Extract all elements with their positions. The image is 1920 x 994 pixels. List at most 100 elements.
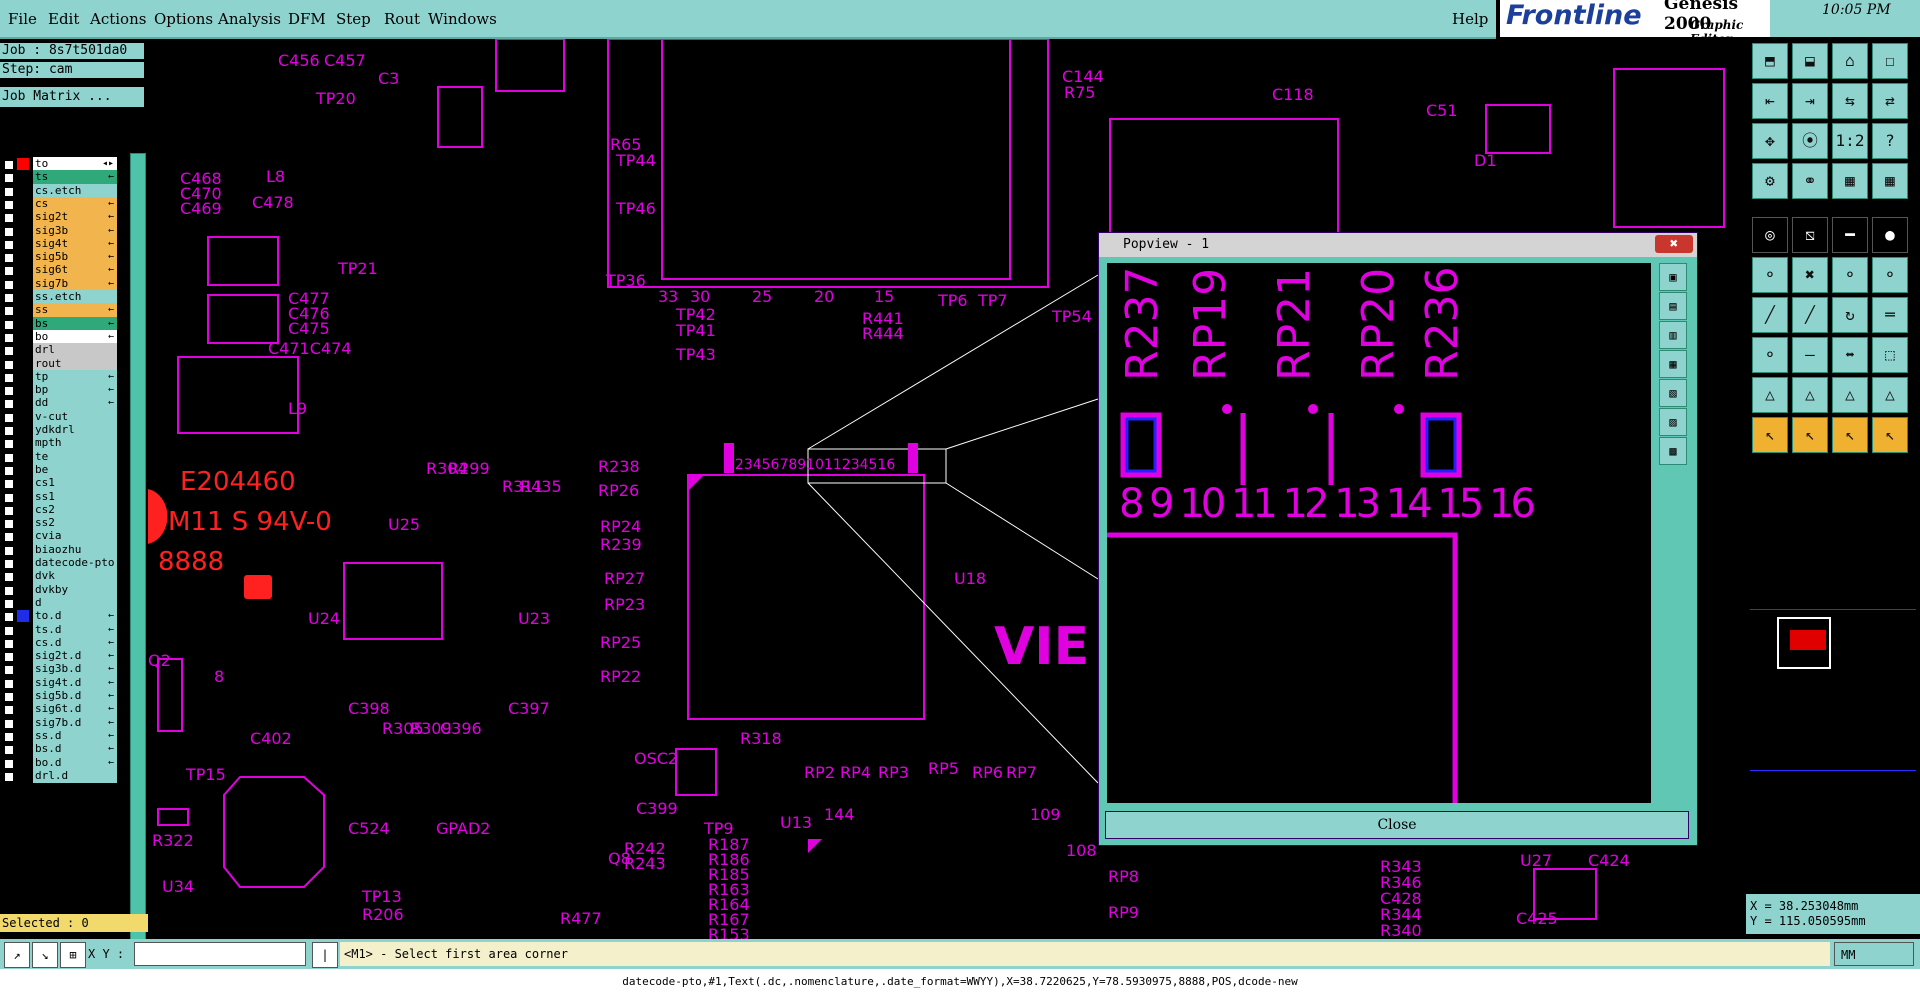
layer-name[interactable]: bo.d — [33, 755, 117, 770]
layer-color-swatch[interactable] — [17, 198, 29, 210]
layer-color-swatch[interactable] — [17, 757, 29, 769]
layer-name[interactable]: bp — [33, 383, 117, 398]
layer-affected-icon[interactable]: ← — [108, 716, 114, 730]
tool-icon[interactable]: ☐ — [1872, 43, 1908, 79]
layer-affected-icon[interactable]: ← — [108, 729, 114, 743]
tool-icon[interactable]: ↖ — [1752, 417, 1788, 453]
layer-color-swatch[interactable] — [17, 411, 29, 423]
layer-color-swatch[interactable] — [17, 703, 29, 715]
layer-row[interactable]: ss.etch — [0, 290, 118, 304]
tool-icon[interactable]: ↖ — [1792, 417, 1828, 453]
tool-icon[interactable]: ▦ — [1832, 163, 1868, 199]
layer-checkbox[interactable] — [4, 731, 14, 742]
tool-icon[interactable]: — — [1792, 337, 1828, 373]
layer-row[interactable]: d — [0, 595, 118, 610]
layer-checkbox[interactable] — [4, 199, 14, 210]
layer-color-swatch[interactable] — [17, 211, 29, 223]
layer-color-swatch[interactable] — [17, 424, 29, 436]
layer-checkbox[interactable] — [4, 279, 14, 290]
layer-checkbox[interactable] — [4, 665, 14, 676]
layer-color-swatch[interactable] — [17, 251, 29, 263]
tool-icon[interactable]: △ — [1752, 377, 1788, 413]
layer-color-swatch[interactable] — [17, 358, 29, 370]
layer-row[interactable]: v-cut — [0, 409, 118, 424]
layer-checkbox[interactable] — [4, 718, 14, 729]
layer-affected-icon[interactable]: ← — [108, 197, 114, 211]
layer-color-swatch[interactable] — [17, 171, 29, 183]
layer-row[interactable]: ss ← — [0, 303, 118, 318]
layer-color-swatch[interactable] — [17, 225, 29, 237]
layer-row[interactable]: sig5b.d ← — [0, 689, 118, 703]
tool-icon[interactable]: ⇥ — [1792, 83, 1828, 119]
layer-name[interactable]: sig2t.d — [33, 649, 117, 664]
layer-color-swatch[interactable] — [17, 717, 29, 729]
layer-name[interactable]: sig7b.d — [33, 715, 117, 730]
layer-checkbox[interactable] — [4, 612, 14, 623]
layer-affected-icon[interactable]: ← — [108, 689, 114, 703]
layer-name[interactable]: drl — [33, 343, 117, 358]
tool-icon[interactable]: ↖ — [1872, 417, 1908, 453]
layer-name[interactable]: sig3b — [33, 223, 117, 238]
layer-row[interactable]: biaozhu — [0, 542, 118, 557]
tool-icon[interactable]: ⬚ — [1872, 337, 1908, 373]
layer-name[interactable]: bo — [33, 329, 117, 344]
layer-name[interactable]: ss.d — [33, 728, 117, 743]
layer-row[interactable]: sig2t ← — [0, 210, 118, 225]
popview-tool-icon[interactable]: ▨ — [1659, 408, 1687, 436]
layer-name[interactable]: biaozhu — [33, 542, 117, 557]
tool-icon[interactable]: ╱ — [1792, 297, 1828, 333]
layer-row[interactable]: cs.d ← — [0, 635, 118, 650]
layer-row[interactable]: bs.d ← — [0, 742, 118, 757]
layer-affected-icon[interactable]: ← — [108, 676, 114, 690]
units-selector[interactable]: MM — [1834, 942, 1914, 966]
layer-name[interactable]: d — [33, 595, 117, 610]
tool-icon[interactable]: ⚬ — [1832, 257, 1868, 293]
layer-name[interactable]: cs1 — [33, 476, 117, 491]
popview-titlebar[interactable]: Popview - 1 ✖ — [1099, 233, 1697, 257]
layer-affected-icon[interactable]: ← — [108, 623, 114, 637]
layer-affected-icon[interactable]: ← — [108, 170, 114, 184]
layer-affected-icon[interactable]: ← — [108, 237, 114, 251]
menu-edit[interactable]: Edit — [48, 10, 79, 28]
layer-checkbox[interactable] — [4, 705, 14, 716]
layer-color-swatch[interactable] — [17, 690, 29, 702]
layer-affected-icon[interactable]: ← — [108, 370, 114, 384]
layer-row[interactable]: sig4t ← — [0, 236, 118, 251]
layer-affected-icon[interactable]: ← — [108, 317, 114, 331]
layer-name[interactable]: ts — [33, 170, 117, 185]
layer-checkbox[interactable] — [4, 572, 14, 583]
layer-checkbox[interactable] — [4, 226, 14, 237]
layer-name[interactable]: sig6t — [33, 263, 117, 278]
tool-icon[interactable]: ⚬ — [1872, 257, 1908, 293]
tool-icon[interactable]: ⚬ — [1752, 257, 1788, 293]
tool-icon[interactable]: ⚭ — [1792, 163, 1828, 199]
layer-checkbox[interactable] — [4, 452, 14, 463]
layer-color-swatch[interactable] — [17, 637, 29, 649]
layer-color-swatch[interactable] — [17, 344, 29, 356]
layer-color-swatch[interactable] — [17, 291, 29, 303]
layer-color-swatch[interactable] — [17, 397, 29, 409]
layer-name[interactable]: sig5b.d — [33, 689, 117, 703]
close-icon[interactable]: ✖ — [1655, 235, 1693, 253]
layer-row[interactable]: datecode-pto — [0, 556, 118, 570]
layer-name[interactable]: cs.d — [33, 635, 117, 650]
layer-affected-icon[interactable]: ← — [108, 224, 114, 238]
layer-checkbox[interactable] — [4, 319, 14, 330]
layer-row[interactable]: be — [0, 462, 118, 477]
layer-color-swatch[interactable] — [17, 318, 29, 330]
layer-row[interactable]: drl.d — [0, 768, 118, 783]
popview-tool-icon[interactable]: ▦ — [1659, 350, 1687, 378]
tool-icon[interactable]: 1:2 — [1832, 123, 1868, 159]
layer-row[interactable]: te — [0, 449, 118, 464]
popview-tool-icon[interactable]: ▥ — [1659, 321, 1687, 349]
layer-name[interactable]: sig4t — [33, 236, 117, 251]
layer-scrollbar[interactable] — [130, 153, 146, 945]
layer-name[interactable]: cs2 — [33, 502, 117, 517]
layer-affected-icon[interactable]: ◂▸ — [102, 157, 114, 171]
layer-checkbox[interactable] — [4, 692, 14, 702]
layer-checkbox[interactable] — [4, 213, 14, 224]
layer-affected-icon[interactable]: ← — [108, 330, 114, 344]
layer-affected-icon[interactable]: ← — [108, 742, 114, 756]
tool-icon[interactable]: ═ — [1872, 297, 1908, 333]
tool-icon[interactable]: ⇄ — [1872, 83, 1908, 119]
